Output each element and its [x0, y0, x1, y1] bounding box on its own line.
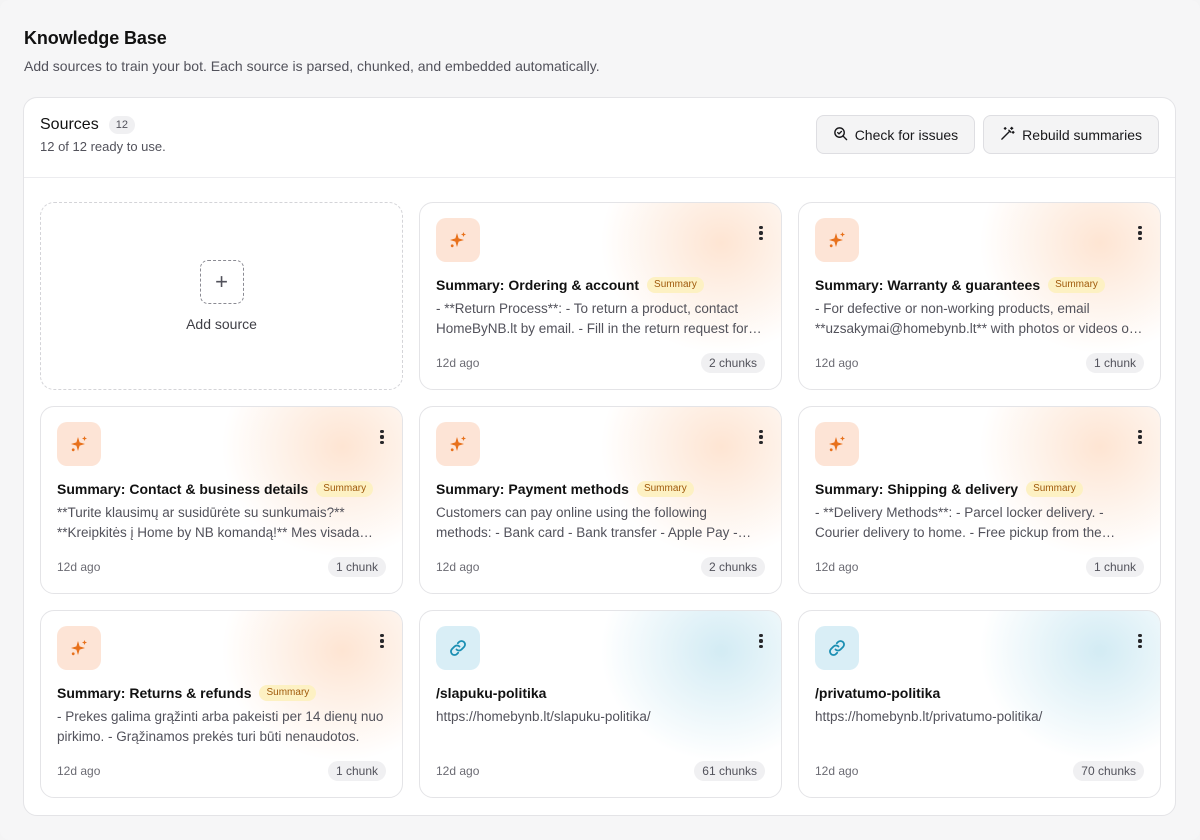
source-card-4[interactable]: Summary: Payment methods Summary Custome…: [419, 406, 782, 594]
card-date: 12d ago: [815, 356, 859, 370]
rebuild-summaries-label: Rebuild summaries: [1022, 126, 1142, 143]
link-icon: [815, 626, 859, 670]
card-title: Summary: Contact & business details: [57, 481, 309, 497]
card-description: - **Return Process**: - To return a prod…: [436, 301, 760, 336]
source-card-2[interactable]: Summary: Warranty & guarantees Summary -…: [798, 202, 1161, 390]
sparkle-icon: [436, 422, 480, 466]
card-description: - For defective or non-working products,…: [815, 301, 1133, 336]
search-check-icon: [833, 126, 848, 144]
sparkle-icon: [815, 218, 859, 262]
chunk-count-badge: 1 chunk: [1085, 557, 1144, 577]
sparkle-icon: [815, 422, 859, 466]
chunk-count-badge: 2 chunks: [700, 557, 765, 577]
card-date: 12d ago: [436, 764, 480, 778]
card-title-row: Summary: Contact & business details Summ…: [57, 481, 390, 497]
card-title-row: /privatumo-politika: [815, 685, 1148, 701]
check-for-issues-button[interactable]: Check for issues: [815, 115, 976, 154]
card-date: 12d ago: [815, 764, 859, 778]
more-options-icon[interactable]: [755, 633, 767, 649]
card-title-row: Summary: Shipping & delivery Summary: [815, 481, 1148, 497]
card-description: https://homebynb.lt/slapuku-politika/: [436, 709, 651, 724]
sources-grid: + Add source Summary: Ordering & account…: [40, 202, 1161, 798]
chunk-count-badge: 1 chunk: [327, 557, 386, 577]
card-description: Customers can pay online using the follo…: [436, 505, 738, 540]
card-description: https://homebynb.lt/privatumo-politika/: [815, 709, 1043, 724]
more-options-icon[interactable]: [376, 633, 388, 649]
chunk-count-badge: 1 chunk: [327, 761, 386, 781]
more-options-icon[interactable]: [755, 429, 767, 445]
source-card-1[interactable]: Summary: Ordering & account Summary - **…: [419, 202, 782, 390]
more-options-icon[interactable]: [1134, 429, 1146, 445]
sources-title: Sources: [40, 116, 99, 133]
source-card-5[interactable]: Summary: Shipping & delivery Summary - *…: [798, 406, 1161, 594]
card-date: 12d ago: [436, 560, 480, 574]
header-actions: Check for issues Rebuild summaries: [815, 115, 1159, 154]
card-title: Summary: Shipping & delivery: [815, 481, 1019, 497]
page-title: Knowledge Base: [24, 28, 167, 48]
sparkle-icon: [436, 218, 480, 262]
page-header: Knowledge Base Add sources to train your…: [24, 28, 600, 74]
card-description: **Turite klausimų ar susidūrėte su sunku…: [57, 505, 360, 540]
sources-title-row: Sources 12: [40, 116, 135, 134]
card-title-row: Summary: Payment methods Summary: [436, 481, 769, 497]
card-title: /slapuku-politika: [436, 685, 547, 701]
card-title: Summary: Ordering & account: [436, 277, 640, 293]
card-title-row: Summary: Warranty & guarantees Summary: [815, 277, 1148, 293]
check-for-issues-label: Check for issues: [854, 126, 959, 143]
plus-icon: +: [199, 260, 244, 304]
sources-panel-header: Sources 12 12 of 12 ready to use. Check …: [24, 98, 1175, 178]
card-date: 12d ago: [815, 560, 859, 574]
card-date: 12d ago: [436, 356, 480, 370]
card-description: - **Delivery Methods**: - Parcel locker …: [815, 505, 1104, 540]
sparkle-icon: [57, 422, 101, 466]
sources-panel: Sources 12 12 of 12 ready to use. Check …: [23, 97, 1176, 816]
source-card-7[interactable]: /slapuku-politika https://homebynb.lt/sl…: [419, 610, 782, 798]
card-title-row: /slapuku-politika: [436, 685, 769, 701]
chunk-count-badge: 2 chunks: [700, 353, 765, 373]
summary-tag: Summary: [316, 481, 374, 497]
card-date: 12d ago: [57, 764, 101, 778]
chunk-count-badge: 1 chunk: [1085, 353, 1144, 373]
card-title: Summary: Warranty & guarantees: [815, 277, 1041, 293]
source-card-6[interactable]: Summary: Returns & refunds Summary - Pre…: [40, 610, 403, 798]
card-title-row: Summary: Ordering & account Summary: [436, 277, 769, 293]
card-description: - Prekes galima grąžinti arba pakeisti p…: [57, 709, 384, 744]
rebuild-summaries-button[interactable]: Rebuild summaries: [983, 115, 1159, 154]
more-options-icon[interactable]: [755, 225, 767, 241]
add-source-label: Add source: [186, 316, 257, 332]
sparkle-icon: [57, 626, 101, 670]
card-date: 12d ago: [57, 560, 101, 574]
summary-tag: Summary: [1048, 277, 1105, 293]
page-subtitle: Add sources to train your bot. Each sour…: [24, 58, 600, 74]
app-frame: Knowledge Base Add sources to train your…: [0, 0, 1200, 840]
card-title-row: Summary: Returns & refunds Summary: [57, 685, 390, 701]
card-title: /privatumo-politika: [815, 685, 941, 701]
more-options-icon[interactable]: [1134, 633, 1146, 649]
summary-tag: Summary: [259, 685, 317, 701]
card-title: Summary: Payment methods: [436, 481, 629, 497]
sources-status: 12 of 12 ready to use.: [40, 139, 166, 154]
summary-tag: Summary: [647, 277, 704, 293]
card-title: Summary: Returns & refunds: [57, 685, 252, 701]
source-card-8[interactable]: /privatumo-politika https://homebynb.lt/…: [798, 610, 1161, 798]
link-icon: [436, 626, 480, 670]
add-source-card[interactable]: + Add source: [40, 202, 403, 390]
magic-wand-icon: [1000, 126, 1015, 144]
source-card-3[interactable]: Summary: Contact & business details Summ…: [40, 406, 403, 594]
sources-count-badge: 12: [108, 116, 135, 134]
chunk-count-badge: 70 chunks: [1073, 761, 1144, 781]
summary-tag: Summary: [1026, 481, 1083, 497]
more-options-icon[interactable]: [1134, 225, 1146, 241]
chunk-count-badge: 61 chunks: [694, 761, 765, 781]
summary-tag: Summary: [636, 481, 694, 497]
more-options-icon[interactable]: [376, 429, 388, 445]
